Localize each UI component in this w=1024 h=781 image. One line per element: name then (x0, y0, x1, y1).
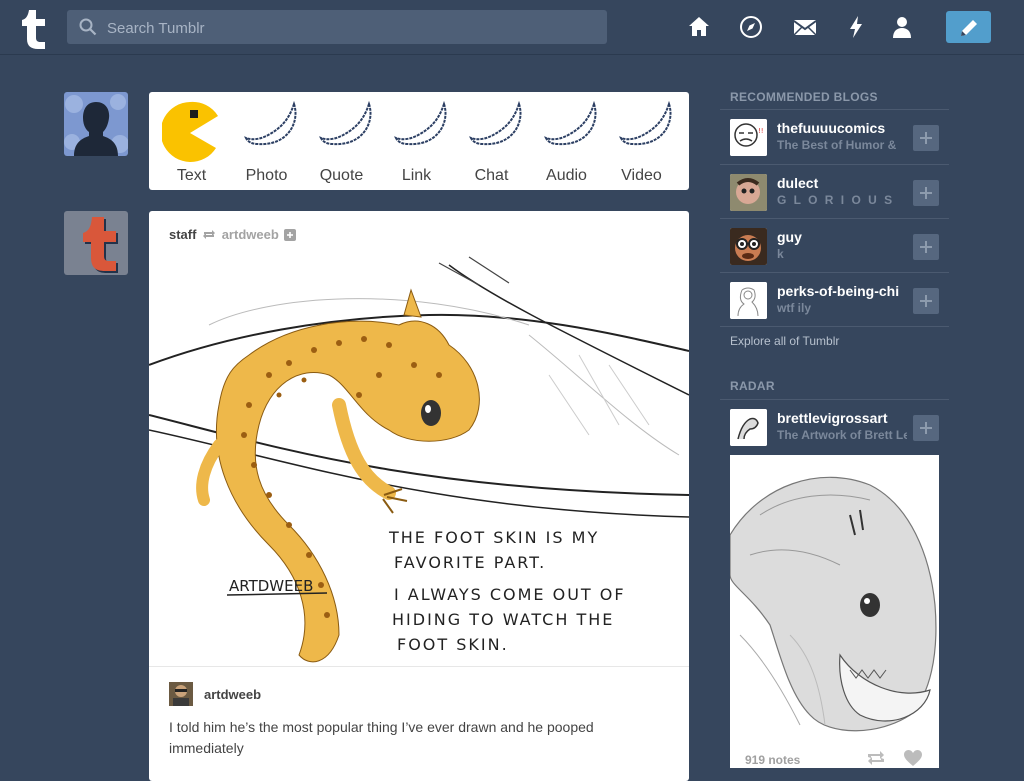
post-type-chat[interactable]: Chat (454, 92, 529, 190)
blog-avatar (730, 228, 767, 265)
post-image-gecko[interactable]: ARTDWEEB THE FOOT SKIN IS MY FAVORITE PA… (149, 255, 689, 667)
blog-name: thefuuuucomics (777, 120, 886, 136)
post-type-label: Chat (474, 167, 509, 184)
inbox-icon[interactable] (792, 14, 818, 40)
post-type-label: Photo (245, 167, 288, 184)
sidebar-divider (720, 326, 949, 327)
follow-button[interactable] (913, 234, 939, 260)
reblog-icon (200, 227, 222, 242)
blog-subtitle: wtf ily (777, 301, 812, 315)
blog-name: brettlevigrossart (777, 410, 888, 426)
banana-icon (392, 98, 447, 158)
image-text-line: I ALWAYS COME OUT OF (394, 585, 626, 604)
dashboard-post: staff artdweeb ARTDWEEB THE FOOT SKIN IS… (149, 211, 689, 781)
blog-avatar (730, 409, 767, 446)
staff-avatar[interactable] (64, 211, 128, 275)
pencil-icon (961, 20, 977, 36)
recommended-blog-item[interactable]: guy k (720, 219, 949, 273)
explore-icon[interactable] (738, 14, 764, 40)
artdweeb-avatar[interactable] (169, 682, 193, 706)
svg-text:!!: !! (758, 127, 764, 135)
blog-subtitle: The Best of Humor & (777, 138, 897, 152)
banana-icon (242, 98, 297, 158)
blog-name: guy (777, 229, 802, 245)
reblog-author-link[interactable]: artdweeb (204, 687, 261, 702)
post-header: staff artdweeb (169, 227, 297, 242)
blog-name: perks-of-being-chi (777, 283, 900, 299)
banana-icon (617, 98, 672, 158)
post-type-label: Audio (546, 167, 587, 184)
search-bar[interactable] (67, 10, 607, 46)
banana-icon (467, 98, 522, 158)
blog-avatar (730, 282, 767, 319)
blog-name: dulect (777, 175, 819, 191)
radar-blog-item[interactable]: brettlevigrossart The Artwork of Brett L… (720, 400, 949, 454)
post-type-label: Text (176, 167, 207, 184)
post-divider (149, 666, 689, 667)
post-type-label: Quote (319, 167, 364, 184)
post-type-label: Video (621, 167, 662, 184)
post-type-quote[interactable]: Quote (304, 92, 379, 190)
image-text-line: FOOT SKIN. (397, 635, 509, 654)
banana-icon (542, 98, 597, 158)
recommended-blog-item[interactable]: perks-of-being-chi wtf ily (720, 273, 949, 327)
post-type-label: Link (401, 167, 432, 184)
search-icon (79, 18, 97, 41)
recommended-blog-item[interactable]: !! thefuuuucomics The Best of Humor & (720, 110, 949, 164)
notes-count[interactable]: 919 notes (745, 753, 800, 767)
follow-button[interactable] (913, 180, 939, 206)
blog-subtitle: The Artwork of Brett Le (777, 428, 907, 442)
post-type-video[interactable]: Video (604, 92, 679, 190)
image-signature: ARTDWEEB (229, 577, 313, 595)
post-type-photo[interactable]: Photo (229, 92, 304, 190)
like-heart-icon[interactable] (903, 749, 923, 772)
follow-button[interactable] (913, 288, 939, 314)
image-text-line: HIDING TO WATCH THE (392, 610, 614, 629)
compose-button[interactable] (946, 11, 991, 43)
banana-icon (317, 98, 372, 158)
blog-subtitle: k (777, 247, 784, 261)
search-input[interactable] (105, 10, 589, 46)
image-text-line: THE FOOT SKIN IS MY (388, 528, 599, 547)
follow-plus-icon[interactable] (282, 227, 297, 242)
recommended-blog-item[interactable]: dulect G L O R I O U S (720, 165, 949, 219)
account-icon[interactable] (889, 14, 915, 40)
tumblr-logo[interactable] (18, 8, 48, 49)
radar-title: RADAR (730, 379, 775, 393)
follow-button[interactable] (913, 415, 939, 441)
post-type-audio[interactable]: Audio (529, 92, 604, 190)
post-type-link[interactable]: Link (379, 92, 454, 190)
image-text-line: FAVORITE PART. (394, 553, 546, 572)
radar-post-card: 919 notes (729, 455, 939, 768)
recommended-blogs-title: RECOMMENDED BLOGS (730, 90, 878, 104)
activity-icon[interactable] (843, 14, 869, 40)
blog-subtitle: G L O R I O U S (777, 193, 895, 207)
home-icon[interactable] (686, 14, 712, 40)
explore-all-link[interactable]: Explore all of Tumblr (730, 334, 839, 348)
radar-post-footer: 919 notes (730, 737, 939, 768)
radar-image-dinosaur[interactable] (729, 455, 939, 737)
follow-button[interactable] (913, 125, 939, 151)
pacman-icon (160, 98, 218, 162)
post-type-bar: Text Photo Quote Link Chat Audio Video (149, 92, 689, 190)
reblogged-from-link[interactable]: artdweeb (222, 227, 279, 242)
post-type-text[interactable]: Text (154, 92, 229, 190)
user-avatar[interactable] (64, 92, 128, 156)
blog-avatar: !! (730, 119, 767, 156)
top-bar (0, 0, 1024, 55)
blog-avatar (730, 174, 767, 211)
post-caption: I told him he’s the most popular thing I… (169, 719, 594, 756)
post-author-link[interactable]: staff (169, 227, 196, 242)
